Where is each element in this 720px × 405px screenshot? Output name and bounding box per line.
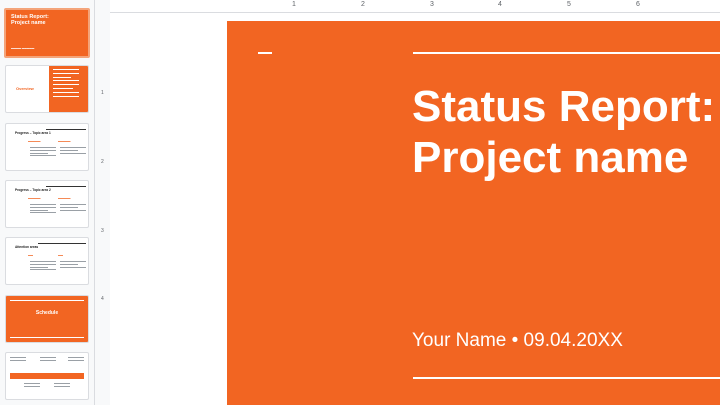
- ruler-label: 1: [101, 90, 104, 96]
- thumbnail-bullets: [60, 261, 86, 269]
- title-line-1: Status Report:: [412, 82, 716, 131]
- slide-thumbnail-4[interactable]: Progress – Topic area 2 ▬▬▬▬▬ ▬▬▬▬▬: [5, 180, 89, 228]
- thumbnail-timeline: [10, 373, 84, 379]
- thumbnail-bullets: [24, 383, 40, 389]
- thumbnail-bullets: [30, 261, 56, 272]
- ruler-label: 2: [101, 159, 104, 165]
- thumbnail-bullets: [54, 383, 70, 389]
- thumbnail-title: Status Report: Project name: [11, 14, 49, 26]
- thumbnail-rule: [10, 300, 84, 301]
- thumbnail-bullets: [60, 147, 86, 155]
- thumbnail-column: ▬▬: [58, 254, 63, 257]
- thumbnail-byline: ▬▬▬▬ ▬▬▬▬▬: [11, 47, 35, 50]
- thumbnail-bullets: [40, 357, 56, 363]
- bottom-rule: [413, 377, 720, 379]
- thumbnail-bullets: [30, 204, 56, 215]
- thumbnail-column: ▬▬▬▬▬: [28, 140, 41, 143]
- horizontal-ruler[interactable]: 1 2 3 4 5 6: [110, 0, 720, 13]
- thumbnail-bullets: [60, 204, 86, 212]
- ruler-label: 6: [636, 1, 640, 8]
- thumbnail-panel: [49, 66, 88, 112]
- thumbnail-rule: [46, 186, 86, 187]
- title-slide[interactable]: Status Report: Project name Your Name • …: [227, 21, 720, 405]
- thumbnail-bullets: [68, 357, 84, 363]
- slide-thumbnail-5[interactable]: Attention areas ▬▬ ▬▬: [5, 237, 89, 285]
- ruler-label: 4: [101, 296, 104, 302]
- thumbnail-bullets: [30, 147, 56, 158]
- slide-title[interactable]: Status Report: Project name: [412, 81, 715, 183]
- ruler-label: 3: [430, 1, 434, 8]
- ruler-label: 3: [101, 228, 104, 234]
- thumbnail-heading: Attention areas: [15, 245, 39, 249]
- thumbnail-column: ▬▬▬▬▬: [28, 197, 41, 200]
- slide-filmstrip[interactable]: Status Report: Project name ▬▬▬▬ ▬▬▬▬▬ O…: [0, 0, 95, 405]
- thumbnail-label: Schedule: [35, 310, 59, 316]
- ruler-label: 2: [361, 1, 365, 8]
- thumbnail-column: ▬▬▬▬▬: [58, 197, 71, 200]
- slide-thumbnail-7[interactable]: [5, 352, 89, 400]
- slide-thumbnail-6[interactable]: Schedule: [5, 295, 89, 343]
- thumbnail-column: ▬▬▬▬▬: [58, 140, 71, 143]
- thumbnail-heading: Progress – Topic area 2: [15, 188, 51, 192]
- ruler-label: 1: [292, 1, 296, 8]
- ruler-label: 5: [567, 1, 571, 8]
- presenter-byline[interactable]: Your Name • 09.04.20XX: [412, 330, 623, 352]
- slide-thumbnail-2[interactable]: Overview: [5, 65, 89, 113]
- thumbnail-rule: [46, 129, 86, 130]
- accent-dash: [258, 52, 272, 54]
- thumbnail-rule: [38, 243, 86, 244]
- top-rule: [413, 52, 720, 54]
- thumbnail-label: Overview: [16, 86, 34, 91]
- thumbnail-heading: Progress – Topic area 1: [15, 131, 51, 135]
- thumbnail-bullets: [10, 357, 26, 363]
- slide-thumbnail-3[interactable]: Progress – Topic area 1 ▬▬▬▬▬ ▬▬▬▬▬: [5, 123, 89, 171]
- ruler-label: 4: [498, 1, 502, 8]
- title-line-2: Project name: [412, 133, 689, 182]
- slide-thumbnail-1[interactable]: Status Report: Project name ▬▬▬▬ ▬▬▬▬▬: [4, 8, 90, 58]
- thumbnail-rule: [10, 337, 84, 338]
- thumbnail-column: ▬▬: [28, 254, 33, 257]
